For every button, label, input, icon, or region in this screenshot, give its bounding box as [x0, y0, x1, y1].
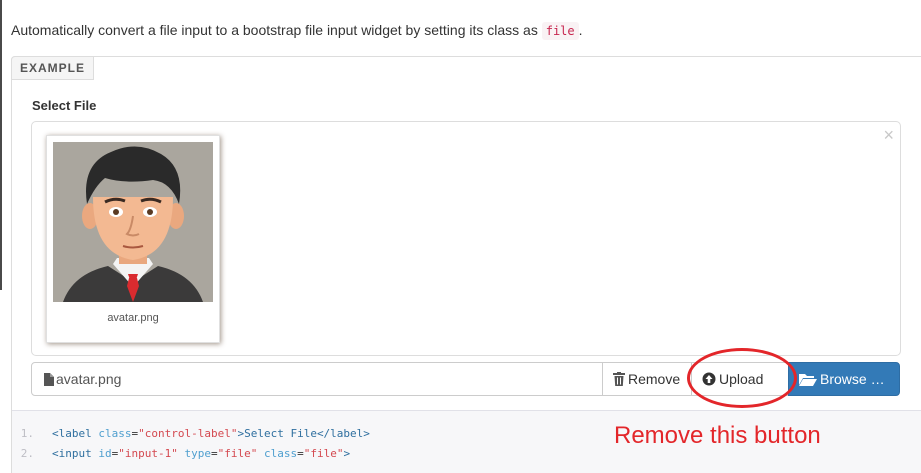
- file-caption-field[interactable]: avatar.png: [31, 362, 603, 396]
- code-token: class: [263, 447, 298, 460]
- intro-trail: .: [578, 22, 583, 38]
- code-line: 1. <label class="control-label">Select Fi…: [12, 427, 370, 440]
- code-token: id: [98, 447, 112, 460]
- intro-paragraph: Automatically convert a file input to a …: [11, 22, 583, 40]
- remove-button-label: Remove: [628, 371, 681, 387]
- code-token: =: [297, 447, 304, 460]
- annotation-ellipse: [687, 348, 797, 408]
- code-token: "file": [303, 447, 344, 460]
- code-token: type: [184, 447, 211, 460]
- browse-button[interactable]: Browse …: [788, 362, 900, 396]
- file-caption-text: avatar.png: [56, 371, 122, 387]
- code-token: "file": [217, 447, 258, 460]
- left-border-rule: [0, 0, 2, 290]
- thumbnail-filename: avatar.png: [107, 312, 159, 324]
- code-line: 2. <input id="input-1" type="file" class=…: [12, 447, 350, 460]
- example-tag: EXAMPLE: [11, 56, 95, 80]
- file-preview-thumbnail: avatar.png: [46, 135, 220, 343]
- intro-code: file: [541, 22, 579, 40]
- code-token: "input-1": [118, 447, 178, 460]
- code-token: <input: [52, 447, 92, 460]
- code-token: >: [343, 447, 351, 460]
- line-number: 1.: [20, 427, 34, 440]
- code-token: <label: [52, 427, 92, 440]
- close-icon[interactable]: ×: [883, 126, 894, 144]
- code-token: >Select File</label>: [237, 427, 370, 440]
- intro-text: Automatically convert a file input to a …: [11, 22, 538, 38]
- browse-button-label: Browse …: [820, 371, 885, 387]
- avatar-image: [53, 142, 213, 302]
- code-token: class: [98, 427, 132, 440]
- folder-open-icon: [799, 374, 817, 386]
- annotation-text: Remove this button: [614, 422, 821, 449]
- code-token: "control-label": [138, 427, 238, 440]
- select-file-label: Select File: [32, 98, 97, 113]
- remove-button[interactable]: Remove: [602, 362, 692, 396]
- file-preview-panel: × avatar.png: [31, 121, 901, 356]
- code-token: =: [210, 447, 218, 460]
- file-icon: [44, 365, 54, 397]
- line-number: 2.: [20, 447, 34, 460]
- trash-icon: [613, 372, 625, 386]
